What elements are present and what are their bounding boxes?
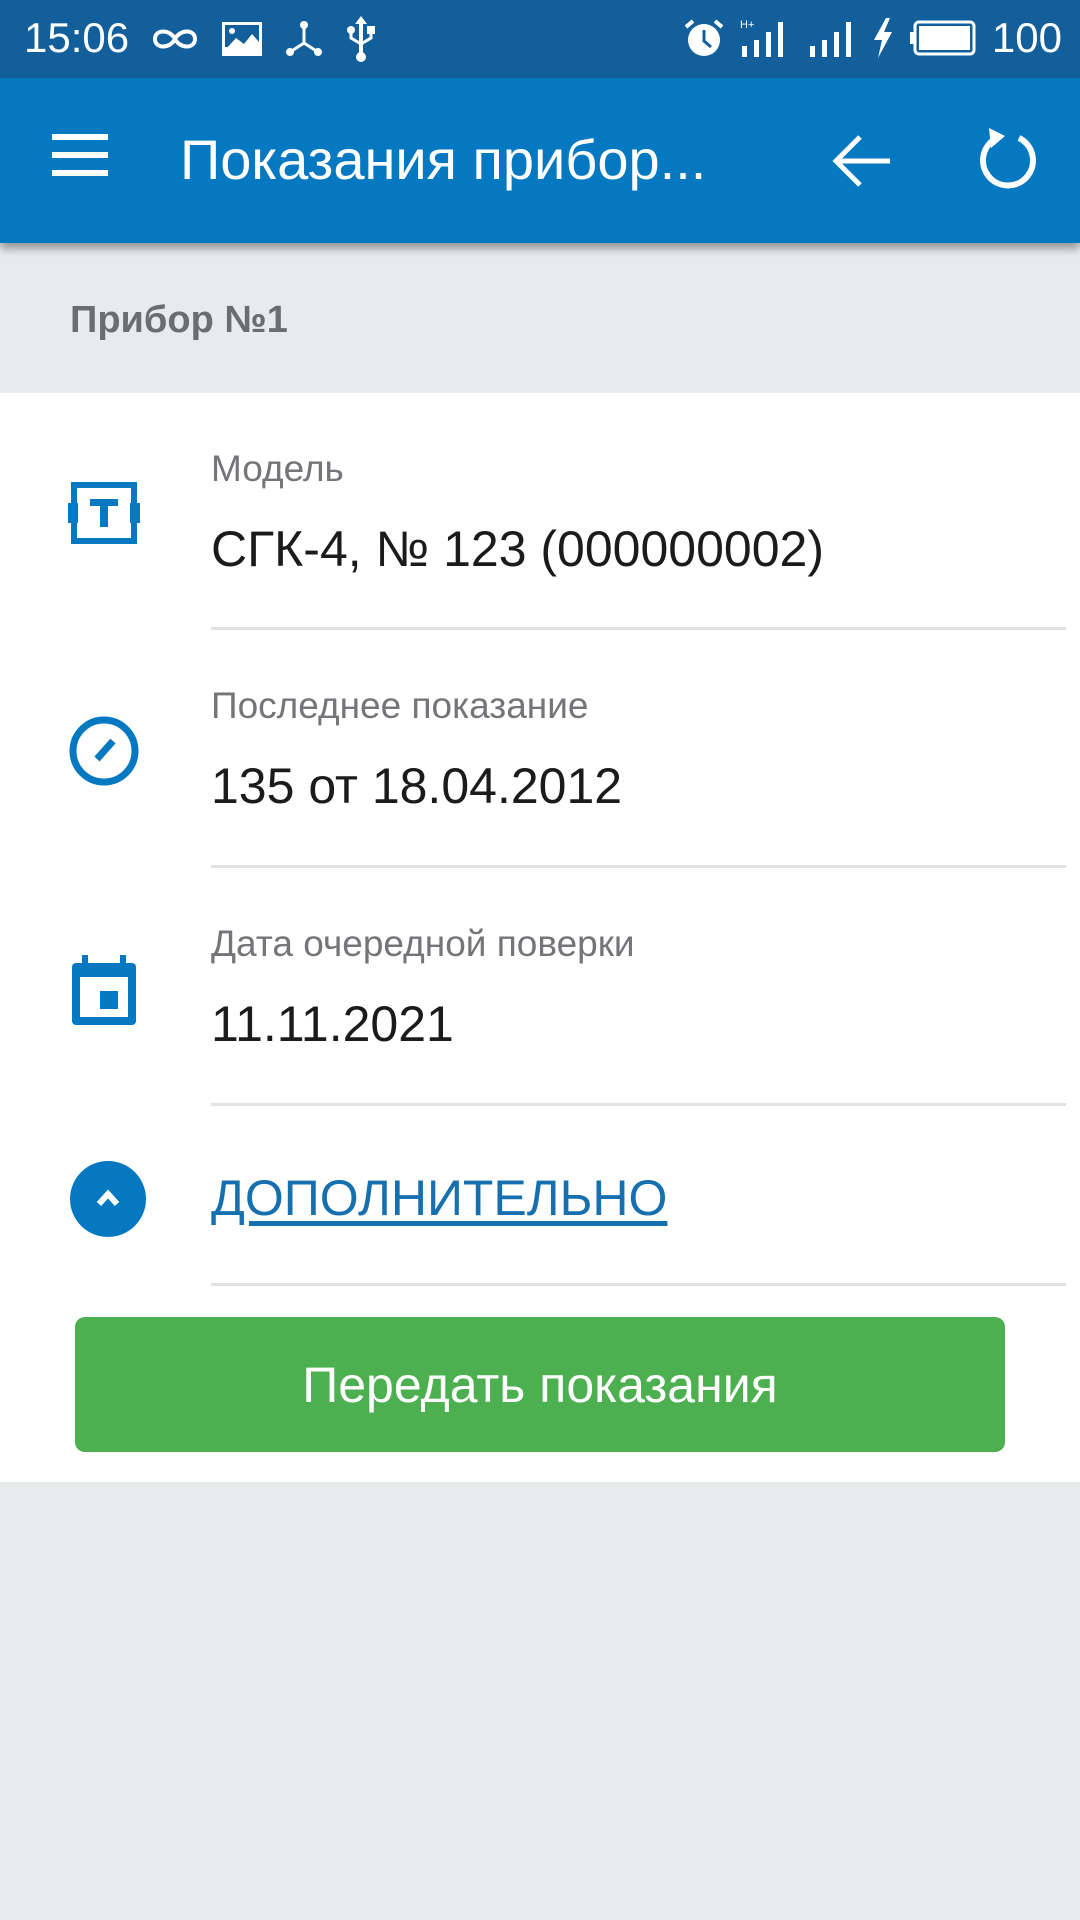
usb-icon [347,16,375,62]
device-card: Модель СГК-4, № 123 (000000002) Последне… [0,393,1080,1482]
battery-level: 100 [991,14,1062,61]
battery-icon [909,20,976,56]
divider [211,1103,1066,1106]
divider [211,865,1066,868]
back-button[interactable] [830,128,896,194]
svg-text:H+: H+ [740,19,754,31]
menu-button[interactable] [50,130,114,190]
divider [211,1283,1066,1286]
refresh-button[interactable] [975,126,1041,192]
signal-h-plus-icon: H+ [740,19,783,57]
more-link[interactable]: ДОПОЛНИТЕЛЬНО [211,1169,667,1227]
expand-more-button[interactable] [70,1161,146,1237]
field-value: СГК-4, № 123 (000000002) [211,521,824,577]
chevron-up-icon [96,1189,120,1207]
field-value: 11.11.2021 [211,996,454,1052]
gauge-icon [69,716,139,786]
device-title: Прибор №1 [70,299,288,341]
submit-readings-button[interactable]: Передать показания [75,1317,1005,1452]
page-title: Показания прибор... [180,128,707,191]
alarm-icon [684,19,724,56]
arrow-back-icon [832,135,890,187]
refresh-icon [980,128,1036,189]
image-icon [222,22,262,56]
device-header: Прибор №1 [0,243,1080,393]
status-time: 15:06 [24,14,130,61]
field-label: Модель [211,448,344,489]
field-value: 135 от 18.04.2012 [211,758,623,814]
status-bar: 15:06 H+ 100 [0,0,1080,78]
app-bar: Показания прибор... [0,78,1080,243]
meter-model-icon [68,482,140,544]
field-label: Дата очередной поверки [211,923,635,964]
infinity-icon [152,29,198,49]
menu-icon [52,134,108,176]
calendar-icon [72,955,136,1025]
share-network-icon [286,21,322,56]
charging-icon [873,18,892,58]
divider [211,627,1066,630]
signal-icon [809,22,851,57]
field-label: Последнее показание [211,685,589,726]
